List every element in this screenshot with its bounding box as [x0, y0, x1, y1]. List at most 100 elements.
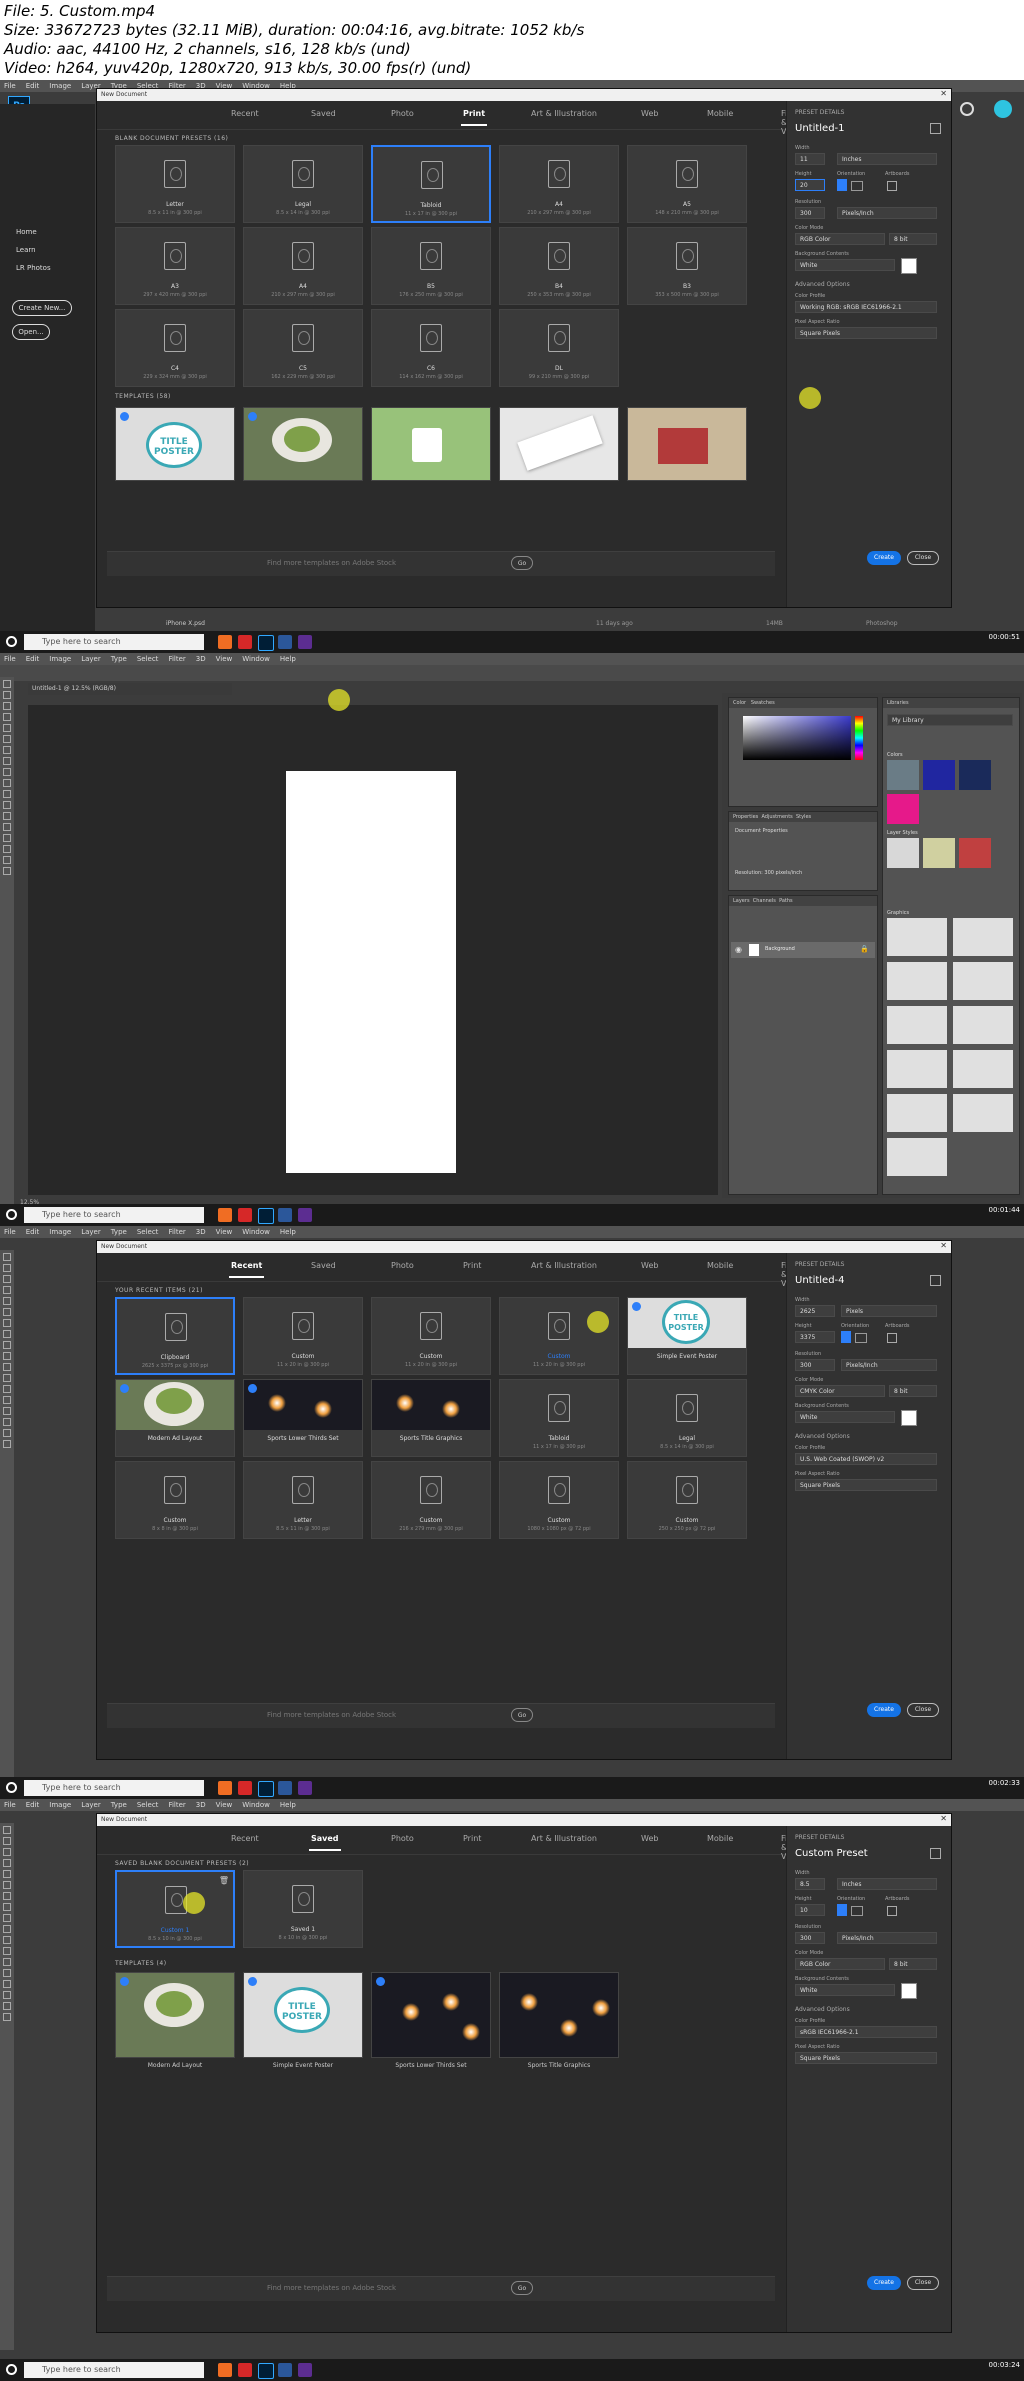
recent-item-tile[interactable]: Custom 11 x 20 in @ 300 ppi [243, 1297, 363, 1375]
tab-channels[interactable]: Channels [753, 898, 776, 904]
nav-lr-photos[interactable]: LR Photos [16, 264, 51, 272]
pixel-aspect-select[interactable]: Square Pixels [795, 1479, 937, 1491]
menu-type[interactable]: Type [111, 1228, 127, 1236]
preset-tile[interactable]: A5 148 x 210 mm @ 300 ppi [627, 145, 747, 223]
close-button[interactable]: Close [907, 2276, 939, 2290]
app-icon[interactable] [238, 1781, 252, 1795]
portrait-orientation-icon[interactable] [841, 1331, 851, 1343]
stock-search-input[interactable]: Find more templates on Adobe Stock [267, 1711, 396, 1719]
color-profile-select[interactable]: sRGB IEC61966-2.1 [795, 2026, 937, 2038]
menu-window[interactable]: Window [242, 1801, 270, 1809]
template-packaging[interactable] [627, 407, 747, 481]
preset-tile[interactable]: A3 297 x 420 mm @ 300 ppi [115, 227, 235, 305]
nav-learn[interactable]: Learn [16, 246, 36, 254]
photoshop-task-icon[interactable] [258, 2363, 274, 2379]
tab-recent[interactable]: Recent [228, 1261, 265, 1278]
library-graphic[interactable] [887, 918, 947, 956]
menu-image[interactable]: Image [49, 1228, 71, 1236]
template-sports-lower-thirds[interactable] [371, 1972, 491, 2058]
width-field[interactable]: 11 [795, 153, 825, 165]
menu-image[interactable]: Image [49, 655, 71, 663]
menu-select[interactable]: Select [137, 655, 159, 663]
library-style[interactable] [923, 838, 955, 868]
color-mode-select[interactable]: RGB Color [795, 233, 885, 245]
menu-type[interactable]: Type [111, 655, 127, 663]
width-unit-select[interactable]: Inches [837, 153, 937, 165]
preset-tile[interactable]: DL 99 x 210 mm @ 300 ppi [499, 309, 619, 387]
app-icon[interactable] [218, 1208, 232, 1222]
template-modern-ad-layout[interactable] [243, 407, 363, 481]
menu-image[interactable]: Image [49, 1801, 71, 1809]
tab-web[interactable]: Web [641, 1834, 658, 1843]
close-icon[interactable]: ✕ [940, 1814, 947, 1823]
library-graphic[interactable] [953, 962, 1013, 1000]
nav-home[interactable]: Home [16, 228, 37, 236]
artboards-checkbox[interactable] [887, 1333, 897, 1343]
close-icon[interactable]: ✕ [940, 1241, 947, 1250]
resolution-field[interactable]: 300 [795, 1359, 835, 1371]
document-name-field[interactable]: Custom Preset [795, 1848, 868, 1859]
document-name-field[interactable]: Untitled-4 [795, 1275, 845, 1286]
landscape-orientation-icon[interactable] [855, 1333, 867, 1343]
tab-saved[interactable]: Saved [311, 109, 336, 118]
recent-item-tile[interactable]: Tabloid 11 x 17 in @ 300 ppi [499, 1379, 619, 1457]
go-button[interactable]: Go [511, 1708, 533, 1722]
menu-help[interactable]: Help [280, 655, 296, 663]
app-icon[interactable] [218, 635, 232, 649]
color-profile-select[interactable]: U.S. Web Coated (SWOP) v2 [795, 1453, 937, 1465]
menu-file[interactable]: File [4, 1801, 16, 1809]
document-canvas[interactable] [286, 771, 456, 1173]
template-simple-event-poster[interactable]: TITLE POSTER [243, 1972, 363, 2058]
menu-edit[interactable]: Edit [26, 655, 40, 663]
create-new-button[interactable]: Create New... [12, 300, 72, 316]
preset-tile[interactable]: A4 210 x 297 mm @ 300 ppi [243, 227, 363, 305]
menu-3d[interactable]: 3D [196, 1801, 206, 1809]
save-preset-icon[interactable] [930, 1848, 941, 1859]
menu-window[interactable]: Window [242, 655, 270, 663]
recent-item-tile[interactable]: Letter 8.5 x 11 in @ 300 ppi [243, 1461, 363, 1539]
height-field[interactable]: 3375 [795, 1331, 835, 1343]
photoshop-task-icon[interactable] [258, 1781, 274, 1797]
menu-select[interactable]: Select [137, 1228, 159, 1236]
library-color[interactable] [923, 760, 955, 790]
library-graphic[interactable] [953, 1006, 1013, 1044]
background-select[interactable]: White [795, 259, 895, 271]
library-graphic[interactable] [887, 1138, 947, 1176]
library-graphic[interactable] [887, 962, 947, 1000]
menu-edit[interactable]: Edit [26, 1801, 40, 1809]
library-graphic[interactable] [953, 918, 1013, 956]
create-button[interactable]: Create [867, 551, 901, 565]
close-icon[interactable]: ✕ [940, 89, 947, 98]
tab-mobile[interactable]: Mobile [707, 109, 733, 118]
library-graphic[interactable] [953, 1050, 1013, 1088]
go-button[interactable]: Go [511, 556, 533, 570]
windows-start-icon[interactable] [6, 1209, 17, 1220]
preset-tile[interactable]: Legal 8.5 x 14 in @ 300 ppi [243, 145, 363, 223]
saved-preset-tile[interactable]: Saved 1 8 x 10 in @ 300 ppi [243, 1870, 363, 1948]
menu-layer[interactable]: Layer [81, 1228, 101, 1236]
recent-item-tile[interactable]: Custom 11 x 20 in @ 300 ppi [499, 1297, 619, 1375]
recent-item-tile[interactable]: Custom 250 x 250 px @ 72 ppi [627, 1461, 747, 1539]
bit-depth-select[interactable]: 8 bit [889, 1385, 937, 1397]
avatar[interactable] [994, 100, 1012, 118]
document-name-field[interactable]: Untitled-1 [795, 123, 845, 134]
preset-tile[interactable]: Tabloid 11 x 17 in @ 300 ppi [371, 145, 491, 223]
recent-item-tile[interactable]: Legal 8.5 x 14 in @ 300 ppi [627, 1379, 747, 1457]
app-icon[interactable] [238, 635, 252, 649]
menu-edit[interactable]: Edit [26, 1228, 40, 1236]
menu-file[interactable]: File [4, 82, 16, 90]
hue-slider[interactable] [855, 716, 863, 760]
menu-help[interactable]: Help [280, 1801, 296, 1809]
menu-image[interactable]: Image [49, 82, 71, 90]
recent-item-tile[interactable]: Custom 1080 x 1080 px @ 72 ppi [499, 1461, 619, 1539]
library-color[interactable] [887, 760, 919, 790]
library-graphic[interactable] [887, 1094, 947, 1132]
menu-3d[interactable]: 3D [196, 655, 206, 663]
menu-filter[interactable]: Filter [168, 1228, 185, 1236]
taskbar-search-input[interactable]: Type here to search [24, 2362, 204, 2378]
menu-layer[interactable]: Layer [81, 655, 101, 663]
resolution-field[interactable]: 300 [795, 1932, 825, 1944]
eye-icon[interactable]: ◉ [735, 945, 742, 954]
close-button[interactable]: Close [907, 551, 939, 565]
app-icon[interactable] [278, 2363, 292, 2377]
